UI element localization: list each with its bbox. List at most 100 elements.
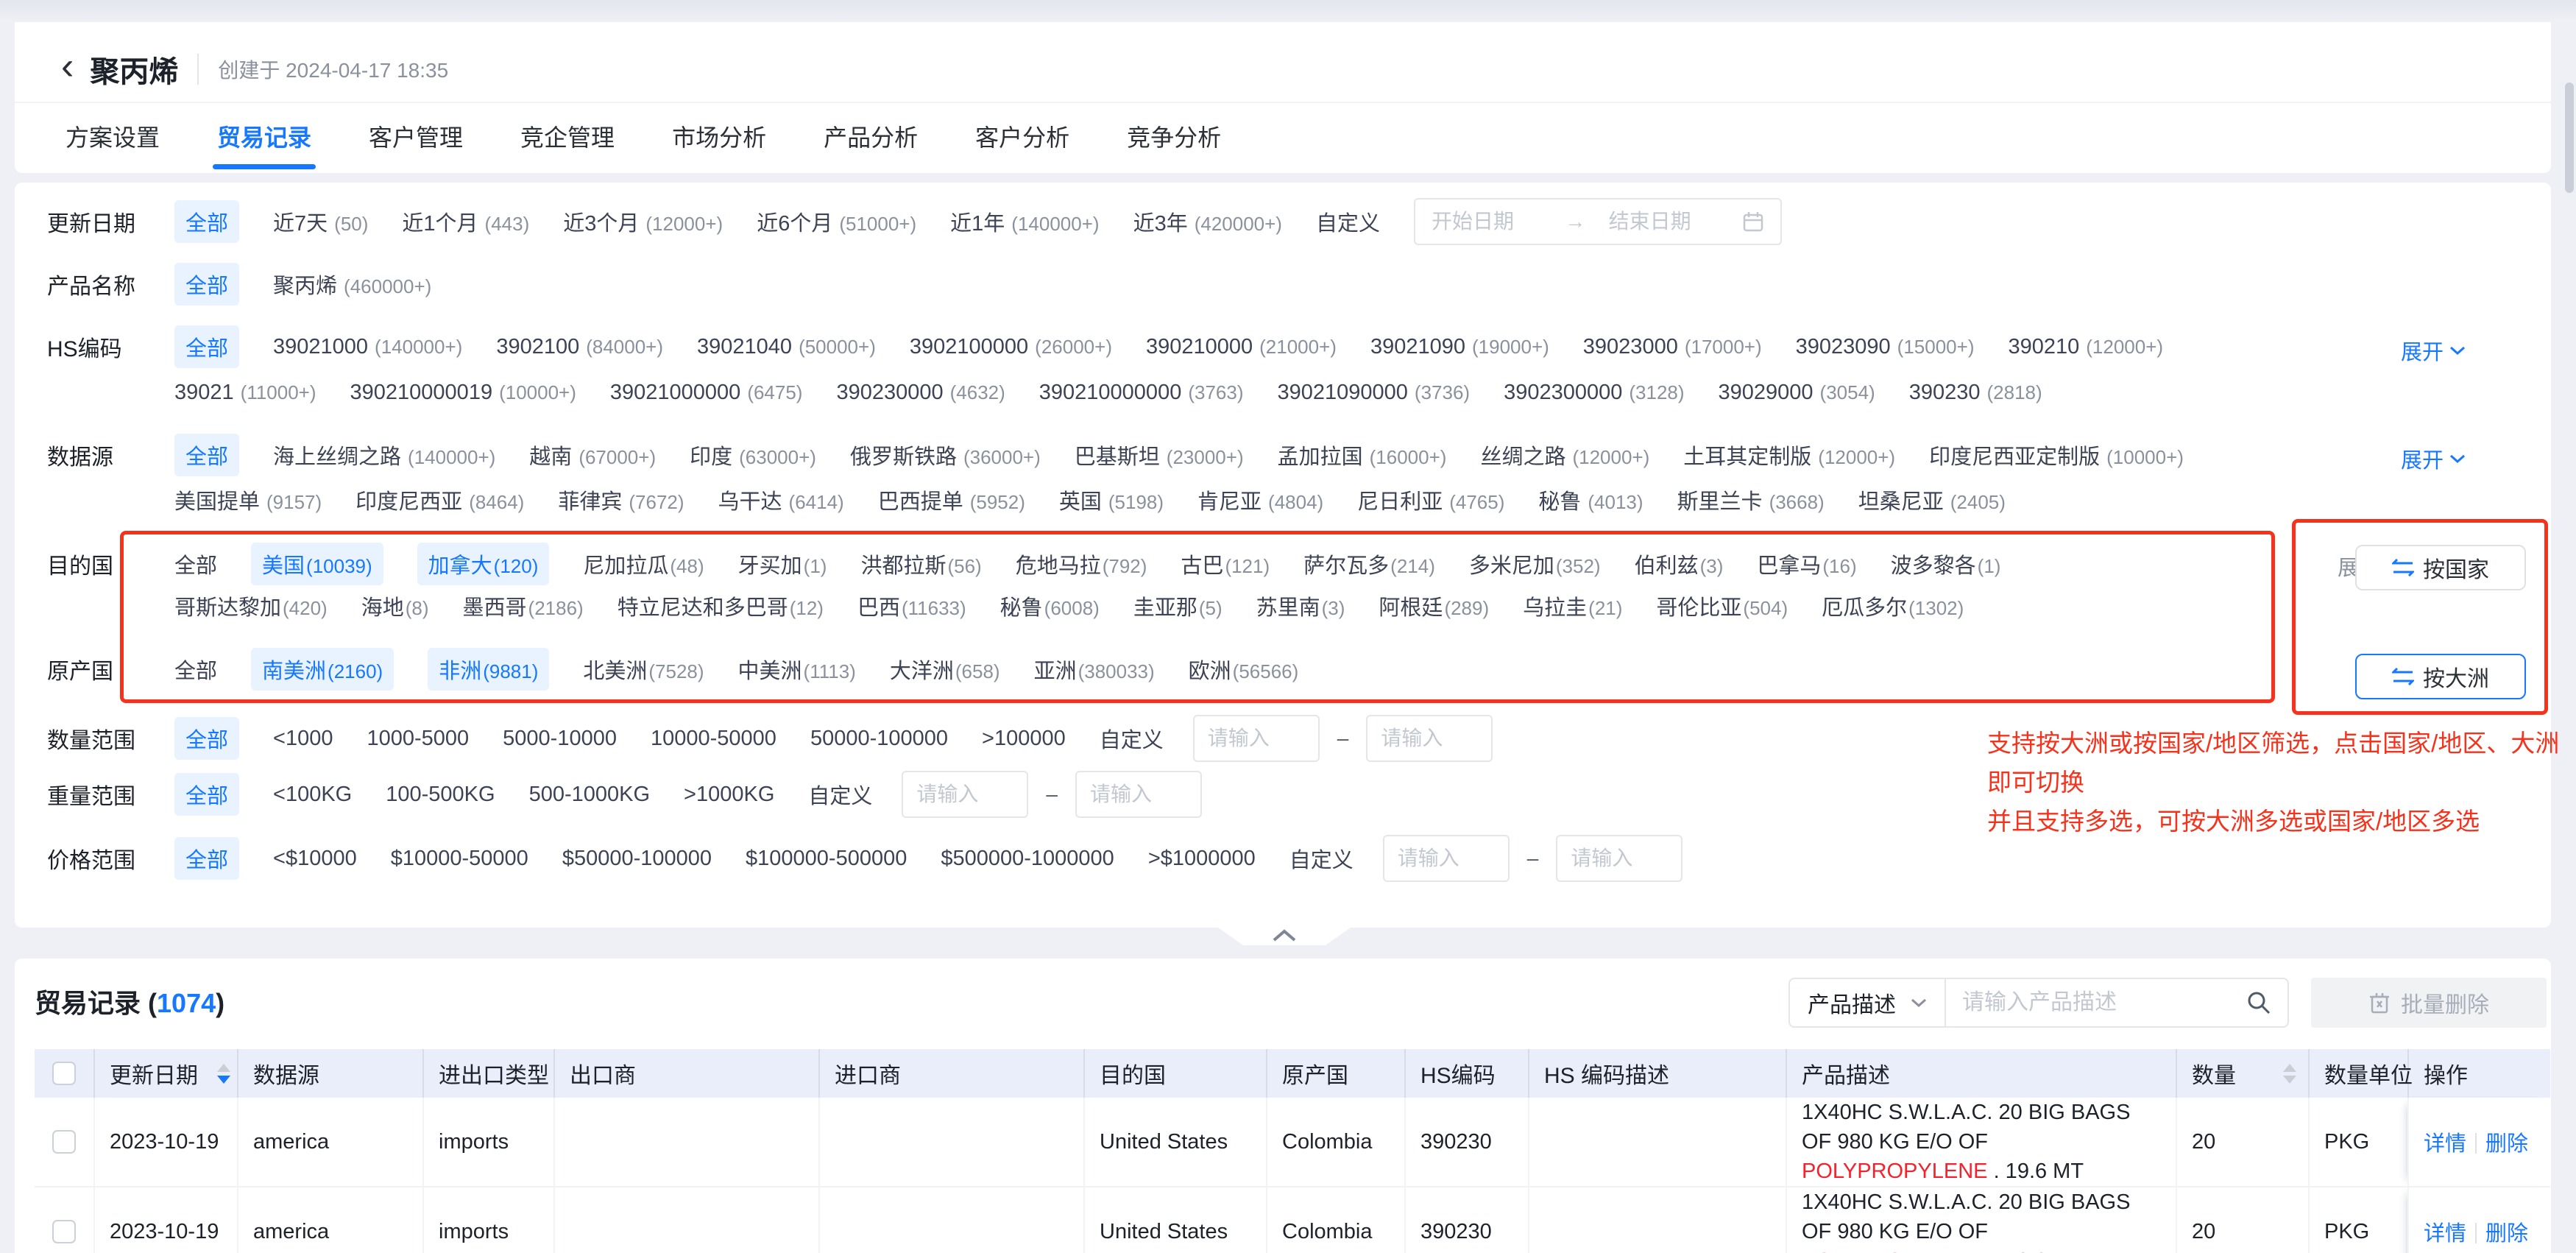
filter-option[interactable]: 多米尼加(352) — [1469, 548, 1601, 579]
sort-asc-icon[interactable] — [217, 1064, 230, 1072]
action-link-删除[interactable]: 删除 — [2485, 1132, 2528, 1156]
filter-option[interactable]: 哥伦比亚(504) — [1656, 590, 1788, 621]
collapse-panel-handle[interactable] — [1216, 926, 1353, 945]
action-link-详情[interactable]: 详情 — [2424, 1132, 2466, 1156]
filter-option[interactable]: 39023090(15000+) — [1796, 335, 1975, 359]
sort-asc-icon[interactable] — [2283, 1064, 2296, 1072]
filter-option[interactable]: 古巴(121) — [1181, 548, 1270, 579]
filter-option[interactable]: 孟加拉国(16000+) — [1278, 440, 1447, 470]
filter-option[interactable]: >1000KG — [684, 783, 774, 807]
filter-option[interactable]: 坦桑尼亚(2405) — [1858, 484, 2006, 515]
filter-option-selected[interactable]: 加拿大(120) — [417, 543, 550, 585]
filter-option[interactable]: 英国(5198) — [1059, 484, 1164, 515]
filter-option[interactable]: 秘鲁(6008) — [1000, 590, 1100, 621]
price-min-input-box[interactable] — [1383, 835, 1510, 882]
filter-option[interactable]: 自定义 — [1289, 843, 1354, 874]
filter-option[interactable]: 39029000(3054) — [1719, 381, 1875, 405]
filter-option[interactable]: 50000-100000 — [810, 727, 948, 751]
hs-expand-link[interactable]: 展开 — [2401, 335, 2466, 366]
filter-option[interactable]: 3902300000(3128) — [1504, 381, 1684, 405]
filter-option-selected[interactable]: 全部 — [174, 200, 239, 243]
filter-option-selected[interactable]: 全部 — [174, 717, 239, 760]
filter-option[interactable]: 390210000000(3763) — [1039, 381, 1244, 405]
filter-option[interactable]: 近3个月(12000+) — [563, 206, 723, 237]
switch-by-continent-button[interactable]: 按大洲 — [2355, 654, 2526, 699]
filter-option[interactable]: 波多黎各(1) — [1891, 548, 2001, 579]
filter-option[interactable]: 印度(63000+) — [690, 440, 816, 470]
filter-option[interactable]: 3902100000(26000+) — [910, 335, 1112, 359]
weight-max-input[interactable] — [1090, 783, 1187, 806]
filter-option[interactable]: 乌干达(6414) — [718, 484, 844, 515]
filter-option[interactable]: 390230000(4632) — [836, 381, 1005, 405]
filter-option-selected[interactable]: 全部 — [174, 773, 239, 816]
filter-option-selected[interactable]: 全部 — [174, 325, 239, 368]
filter-option[interactable]: 哥斯达黎加(420) — [174, 590, 328, 621]
filter-option[interactable]: 3902100(84000+) — [496, 335, 663, 359]
weight-min-input[interactable] — [916, 783, 1013, 806]
vertical-scrollbar[interactable] — [2565, 82, 2574, 193]
quantity-max-input-box[interactable] — [1366, 715, 1493, 762]
back-icon[interactable]: ‹ — [61, 47, 74, 85]
filter-option[interactable]: <1000 — [273, 727, 333, 751]
filter-option[interactable]: 厄瓜多尔(1302) — [1822, 590, 1964, 621]
filter-option[interactable]: 近6个月(51000+) — [757, 206, 916, 237]
filter-option[interactable]: 秘鲁(4013) — [1538, 484, 1643, 515]
filter-option[interactable]: 海上丝绸之路(140000+) — [273, 440, 495, 470]
tab-客户分析[interactable]: 客户分析 — [971, 119, 1074, 169]
filter-option[interactable]: 土耳其定制版(12000+) — [1683, 440, 1895, 470]
filter-option[interactable]: 印度尼西亚(8464) — [355, 484, 524, 515]
tab-竞争分析[interactable]: 竞争分析 — [1122, 119, 1225, 169]
search-field-select[interactable]: 产品描述 — [1790, 979, 1946, 1026]
filter-option[interactable]: 大洋洲(658) — [890, 654, 1000, 685]
filter-option[interactable]: 5000-10000 — [503, 727, 617, 751]
search-icon[interactable] — [2246, 990, 2271, 1015]
filter-option[interactable]: 斯里兰卡(3668) — [1677, 484, 1825, 515]
filter-option[interactable]: 萨尔瓦多(214) — [1303, 548, 1435, 579]
price-max-input[interactable] — [1571, 847, 1668, 870]
filter-option[interactable]: 洪都拉斯(56) — [860, 548, 981, 579]
filter-option[interactable]: 印度尼西亚定制版(10000+) — [1929, 440, 2184, 470]
filter-option[interactable]: 全部 — [174, 548, 217, 579]
select-all-checkbox[interactable] — [52, 1062, 76, 1085]
filter-option[interactable]: 390210000(21000+) — [1146, 335, 1337, 359]
switch-by-country-button[interactable]: 按国家 — [2355, 545, 2526, 590]
filter-option[interactable]: $500000-1000000 — [941, 847, 1114, 871]
filter-option-selected[interactable]: 全部 — [174, 434, 239, 476]
tab-贸易记录[interactable]: 贸易记录 — [213, 119, 316, 169]
filter-option[interactable]: 欧洲(56566) — [1189, 654, 1299, 685]
filter-option[interactable]: <100KG — [273, 783, 352, 807]
filter-option[interactable]: 39021(11000+) — [174, 381, 316, 405]
filter-option[interactable]: 伯利兹(3) — [1635, 548, 1724, 579]
filter-option[interactable]: 阿根廷(289) — [1379, 590, 1489, 621]
filter-option-selected[interactable]: 美国(10039) — [251, 543, 383, 585]
filter-option[interactable]: 39023000(17000+) — [1583, 335, 1762, 359]
filter-option[interactable]: 聚丙烯(460000+) — [273, 269, 431, 300]
tab-方案设置[interactable]: 方案设置 — [61, 119, 164, 169]
search-input[interactable] — [1962, 990, 2246, 1015]
filter-option[interactable]: $10000-50000 — [391, 847, 528, 871]
filter-option[interactable]: 自定义 — [1100, 723, 1164, 754]
price-min-input[interactable] — [1398, 847, 1495, 870]
weight-max-input-box[interactable] — [1075, 771, 1202, 818]
filter-option[interactable]: $50000-100000 — [562, 847, 712, 871]
weight-min-input-box[interactable] — [902, 771, 1028, 818]
bulk-delete-button[interactable]: 批量删除 — [2311, 978, 2547, 1028]
filter-option[interactable]: 100-500KG — [386, 783, 495, 807]
filter-option[interactable]: 近1年(140000+) — [950, 206, 1099, 237]
filter-option[interactable]: >$1000000 — [1148, 847, 1256, 871]
filter-option[interactable]: 牙买加(1) — [738, 548, 827, 579]
sort-desc-icon[interactable] — [217, 1076, 230, 1084]
filter-option[interactable]: 丝绸之路(12000+) — [1480, 440, 1649, 470]
filter-option[interactable]: 墨西哥(2186) — [463, 590, 584, 621]
sort-desc-icon[interactable] — [2283, 1076, 2296, 1084]
filter-option[interactable]: 390210(12000+) — [2008, 335, 2163, 359]
end-date-input[interactable] — [1609, 210, 1719, 233]
filter-option[interactable]: 苏里南(3) — [1256, 590, 1345, 621]
filter-option[interactable]: 圭亚那(5) — [1133, 590, 1222, 621]
quantity-min-input-box[interactable] — [1193, 715, 1320, 762]
filter-option[interactable]: 自定义 — [1316, 206, 1380, 237]
filter-option[interactable]: 北美洲(7528) — [583, 654, 704, 685]
filter-option[interactable]: >100000 — [982, 727, 1066, 751]
filter-option[interactable]: 39021090(19000+) — [1370, 335, 1549, 359]
filter-option[interactable]: 10000-50000 — [651, 727, 776, 751]
